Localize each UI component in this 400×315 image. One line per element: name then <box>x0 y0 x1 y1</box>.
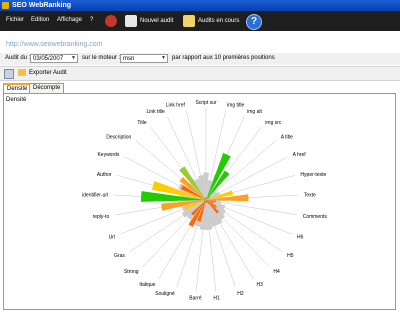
audits-in-progress-label: Audits en cours <box>198 18 240 24</box>
engine-value: msn <box>123 56 135 62</box>
tab-densite-label: Densité <box>7 86 28 92</box>
audits-in-progress-button[interactable]: Audits en cours <box>183 14 239 28</box>
audit-date-label: Audit du : <box>5 55 31 61</box>
engine-label: sur le moteur : <box>82 55 121 61</box>
toolbar-icon[interactable] <box>4 69 14 79</box>
menu-edition[interactable]: Edition <box>31 17 49 23</box>
new-audit-label: Nouvel audit <box>140 18 174 24</box>
main-toolbar: Fichier Edition Affichage ? Nouvel audit… <box>0 11 400 31</box>
chevron-down-icon: ▼ <box>71 55 76 61</box>
tab-decompte-label: Décompte <box>33 85 61 91</box>
panel-title: Densité <box>6 97 27 103</box>
folder-icon <box>183 15 195 27</box>
tool-icon <box>105 15 117 27</box>
menu-affichage[interactable]: Affichage <box>57 17 82 23</box>
help-icon[interactable]: ? <box>246 14 262 30</box>
tool-button[interactable] <box>105 14 120 28</box>
audit-date-value: 03/05/2007 <box>33 56 64 62</box>
menu-help[interactable]: ? <box>90 17 93 23</box>
site-url[interactable]: http://www.seowebranking.com <box>6 41 103 48</box>
chevron-down-icon: ▼ <box>161 55 166 61</box>
new-audit-button[interactable]: Nouvel audit <box>125 14 173 28</box>
export-icon <box>18 69 26 76</box>
menu-fichier[interactable]: Fichier <box>6 17 24 23</box>
export-toolbar: Exporter Audit <box>0 66 400 81</box>
window-title: SEO WebRanking <box>12 2 71 9</box>
audit-date-field[interactable]: 03/05/2007 ▼ <box>30 54 78 63</box>
tab-densite[interactable]: Densité <box>3 83 32 93</box>
positions-label: par rapport aux 10 premières positions <box>172 55 275 61</box>
export-audit-button[interactable]: Exporter Audit <box>18 69 67 76</box>
window-titlebar: SEO WebRanking <box>0 0 400 11</box>
chart-panel <box>3 93 396 310</box>
engine-select[interactable]: msn ▼ <box>120 54 168 63</box>
export-audit-label: Exporter Audit <box>29 69 67 76</box>
app-icon <box>2 2 9 9</box>
document-icon <box>125 15 137 27</box>
tab-decompte[interactable]: Décompte <box>29 83 65 93</box>
